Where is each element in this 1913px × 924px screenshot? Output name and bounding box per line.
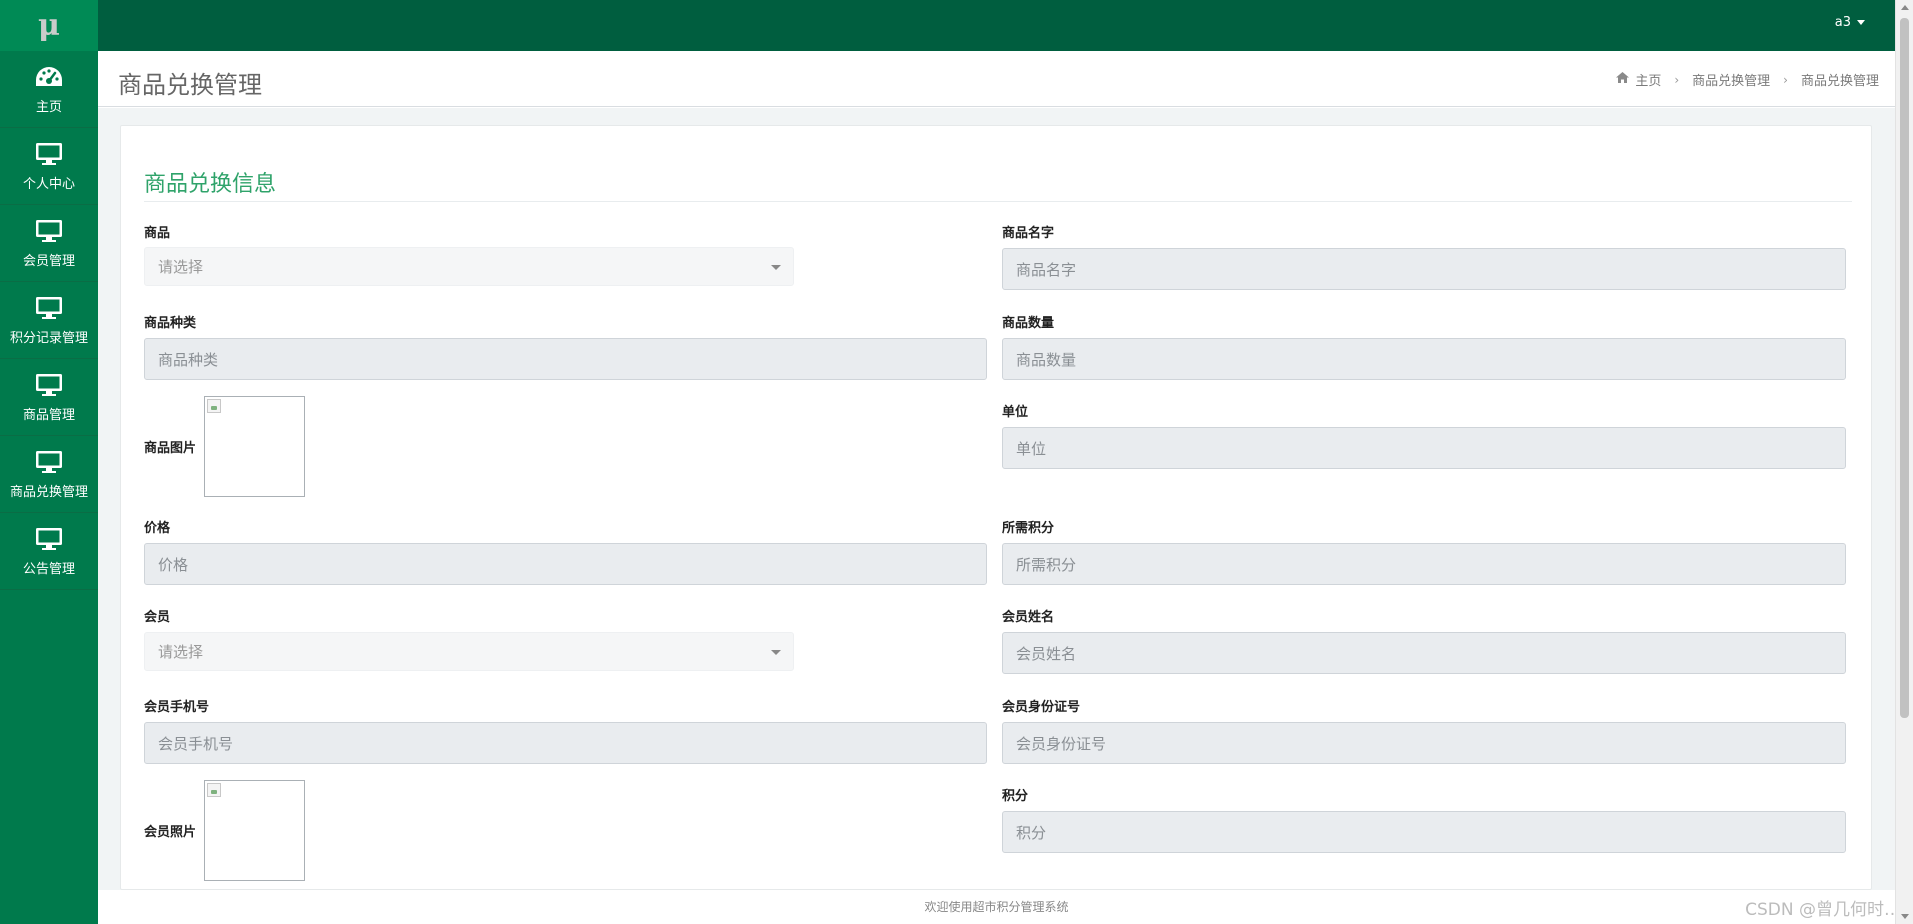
goods-select-value: 请选择 <box>158 258 204 276</box>
goods-label: 商品 <box>144 226 171 241</box>
goods-name-label: 商品名字 <box>1002 226 1055 241</box>
home-icon <box>1616 72 1630 87</box>
scroll-down-icon[interactable] <box>1901 914 1909 919</box>
sidebar-item-label: 会员管理 <box>22 254 75 269</box>
sidebar-item-label: 积分记录管理 <box>9 331 88 346</box>
member-label: 会员 <box>144 610 171 625</box>
page-title: 商品兑换管理 <box>118 71 262 99</box>
member-id-label: 会员身份证号 <box>1002 700 1081 715</box>
points-label: 积分 <box>1002 789 1029 804</box>
points-needed-input[interactable]: 所需积分 <box>1002 543 1846 585</box>
unit-placeholder: 单位 <box>1016 439 1047 458</box>
logo: μ <box>0 0 98 51</box>
goods-name-input[interactable]: 商品名字 <box>1002 248 1846 290</box>
member-photo <box>204 780 305 881</box>
monitor-icon <box>34 371 64 399</box>
member-name-label: 会员姓名 <box>1002 610 1055 625</box>
goods-qty-input[interactable]: 商品数量 <box>1002 338 1846 380</box>
price-label: 价格 <box>144 521 171 536</box>
member-id-input[interactable]: 会员身份证号 <box>1002 722 1846 764</box>
footer: 欢迎使用超市积分管理系统 <box>98 890 1895 924</box>
goods-image-label: 商品图片 <box>144 441 197 456</box>
points-input[interactable]: 积分 <box>1002 811 1846 853</box>
page-header: 商品兑换管理 主页 › 商品兑换管理 › 商品兑换管理 <box>98 51 1895 107</box>
goods-type-input[interactable]: 商品种类 <box>144 338 987 380</box>
sidebar-item-label: 个人中心 <box>22 177 75 192</box>
goods-qty-placeholder: 商品数量 <box>1016 350 1077 369</box>
points-placeholder: 积分 <box>1016 823 1047 842</box>
member-name-input[interactable]: 会员姓名 <box>1002 632 1846 674</box>
member-phone-label: 会员手机号 <box>144 700 210 715</box>
monitor-icon <box>34 525 64 553</box>
form-panel <box>120 125 1872 890</box>
member-phone-input[interactable]: 会员手机号 <box>144 722 987 764</box>
member-name-placeholder: 会员姓名 <box>1016 644 1077 663</box>
sidebar-item-label: 主页 <box>35 100 62 115</box>
broken-image-icon <box>207 783 221 797</box>
top-navbar: a3 <box>98 0 1895 51</box>
caret-down-icon <box>1857 20 1865 25</box>
member-id-placeholder: 会员身份证号 <box>1016 734 1107 753</box>
breadcrumb: 主页 › 商品兑换管理 › 商品兑换管理 <box>1616 70 1879 89</box>
chevron-right-icon: › <box>1783 72 1788 87</box>
goods-type-label: 商品种类 <box>144 316 197 331</box>
breadcrumb-exchange[interactable]: 商品兑换管理 <box>1692 70 1770 89</box>
sidebar-item-goods-exchange[interactable]: 商品兑换管理 <box>0 436 98 513</box>
sidebar-item-home[interactable]: 主页 <box>0 51 98 128</box>
points-needed-placeholder: 所需积分 <box>1016 555 1077 574</box>
member-select[interactable]: 请选择 <box>144 632 794 671</box>
price-input[interactable]: 价格 <box>144 543 987 585</box>
monitor-icon <box>34 448 64 476</box>
sidebar-item-profile[interactable]: 个人中心 <box>0 128 98 205</box>
chevron-right-icon: › <box>1674 72 1680 87</box>
user-menu[interactable]: a3 <box>1835 15 1865 30</box>
goods-qty-label: 商品数量 <box>1002 316 1055 331</box>
member-select-value: 请选择 <box>158 643 204 661</box>
scroll-up-icon[interactable] <box>1901 5 1909 10</box>
section-title: 商品兑换信息 <box>144 172 277 197</box>
broken-image-icon <box>207 399 221 413</box>
monitor-icon <box>34 140 64 168</box>
goods-image <box>204 396 305 497</box>
sidebar-item-announcements[interactable]: 公告管理 <box>0 513 98 590</box>
breadcrumb-home[interactable]: 主页 <box>1635 70 1661 89</box>
footer-text: 欢迎使用超市积分管理系统 <box>924 900 1069 914</box>
goods-name-placeholder: 商品名字 <box>1016 260 1077 279</box>
member-photo-label: 会员照片 <box>144 825 197 840</box>
sidebar-item-label: 商品兑换管理 <box>9 485 88 500</box>
monitor-icon <box>34 217 64 245</box>
divider <box>144 201 1852 202</box>
sidebar-item-members[interactable]: 会员管理 <box>0 205 98 282</box>
member-phone-placeholder: 会员手机号 <box>158 734 234 753</box>
sidebar: μ 主页 个人中心 会员管理 积分记录管理 商品管理 商品兑换管理 公告管理 <box>0 0 98 924</box>
price-placeholder: 价格 <box>158 555 189 574</box>
caret-down-icon <box>771 650 781 655</box>
vertical-scrollbar[interactable] <box>1895 0 1913 924</box>
breadcrumb-current: 商品兑换管理 <box>1800 74 1879 89</box>
points-needed-label: 所需积分 <box>1002 521 1055 536</box>
goods-select[interactable]: 请选择 <box>144 247 794 286</box>
scrollbar-thumb[interactable] <box>1900 18 1909 718</box>
unit-label: 单位 <box>1002 405 1029 420</box>
monitor-icon <box>34 294 64 322</box>
username: a3 <box>1834 15 1851 30</box>
dashboard-icon <box>34 63 64 91</box>
watermark: CSDN @曾几何时… <box>1745 900 1901 920</box>
sidebar-item-label: 公告管理 <box>22 562 75 577</box>
sidebar-item-points-records[interactable]: 积分记录管理 <box>0 282 98 359</box>
sidebar-item-label: 商品管理 <box>22 408 75 423</box>
goods-type-placeholder: 商品种类 <box>158 350 219 369</box>
caret-down-icon <box>771 265 781 270</box>
app-window: μ 主页 个人中心 会员管理 积分记录管理 商品管理 商品兑换管理 公告管理 a… <box>0 0 1913 924</box>
sidebar-item-goods[interactable]: 商品管理 <box>0 359 98 436</box>
unit-input[interactable]: 单位 <box>1002 427 1846 469</box>
